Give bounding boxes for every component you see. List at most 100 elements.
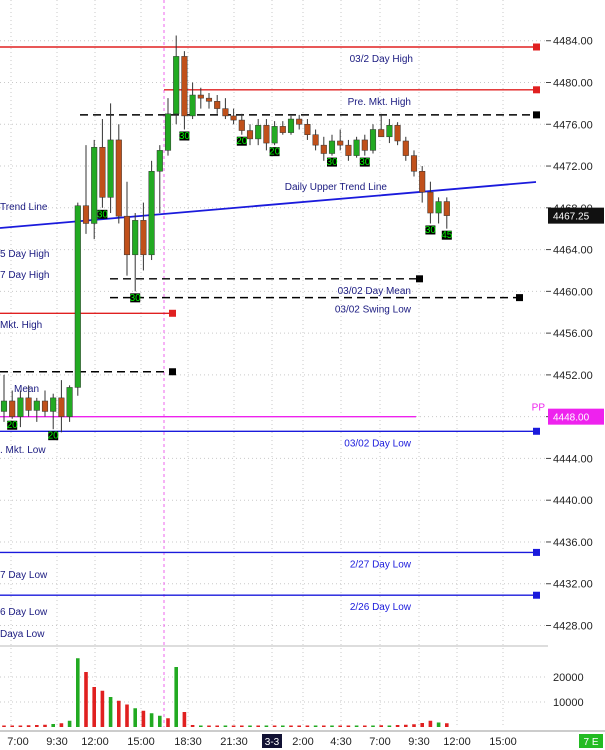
volume-tick-label: 10000 [553,697,584,709]
volume-bar [10,725,14,727]
bear-candle [41,400,49,412]
price-tick-label: 4444.00 [553,453,593,465]
bear-candle [82,205,90,224]
volume-bar [108,697,113,727]
bull-candle [386,125,393,138]
volume-bar [387,725,392,727]
level-marker [533,111,540,119]
bull-candle [255,125,262,140]
volume-bar [199,725,203,727]
left-level-label: 7 Day High [0,270,49,281]
bear-candle [222,108,229,117]
volume-bar [420,723,424,727]
corner-label: 7 E [583,737,598,748]
volume-bar [297,725,301,727]
volume-bar [100,690,105,727]
price-tick-label: 4456.00 [553,328,593,340]
volume-bar [412,724,416,727]
time-tick-label: 15:00 [127,736,155,748]
volume-bar [371,725,375,727]
volume-bar [436,722,441,727]
volume-bar [322,725,326,727]
volume-bar [223,725,228,727]
bear-candle [304,124,311,135]
volume-bar [289,725,293,727]
bar-marker-text: 20 [7,420,19,431]
bear-candle [214,101,221,109]
bull-candle [173,56,180,115]
axis-background [548,0,605,727]
bear-candle [25,397,32,411]
price-tick-label: 4476.00 [553,119,593,131]
volume-bar [379,725,383,727]
price-tick-label: 4440.00 [553,495,593,507]
bear-candle [115,139,122,217]
bull-candle [328,140,336,154]
bear-candle [296,118,303,125]
volume-bar [125,704,129,727]
volume-bar [272,725,277,727]
price-axis[interactable]: 4484.004480.004476.004472.004468.004464.… [546,0,605,727]
bear-candle [427,191,434,214]
price-tick-label: 4432.00 [553,579,593,591]
time-tick-label: 12:00 [81,736,109,748]
volume-tick-label: 20000 [553,672,584,684]
volume-bar [190,725,195,727]
level-label: Pre. Mkt. High [348,97,411,108]
volume-bar [166,718,170,727]
price-tick-label: 4436.00 [553,537,593,549]
bear-candle [312,134,319,146]
bar-marker-text: 20 [236,136,248,147]
bear-candle [419,171,426,193]
volume-bar [76,658,80,727]
volume-bar [158,715,162,727]
time-tick-label: 18:30 [174,736,202,748]
left-level-label: 5 Day High [0,249,49,260]
level-marker [533,548,540,556]
level-marker [169,368,176,376]
bull-candle [369,129,377,151]
bear-candle [140,220,147,256]
volume-bar [133,708,137,727]
bear-candle [246,130,254,140]
level-label: 03/02 Day Mean [338,286,411,297]
bear-candle [279,126,286,133]
bar-marker-text: 30 [359,157,371,168]
time-axis[interactable]: 7:00 9:30 12:00 15:00 18:30 21:30 3-3 2:00 4:30 7… [7,734,603,748]
volume-bar [363,725,367,727]
time-tick-label: 15:00 [489,736,517,748]
bull-candle [156,150,163,172]
price-tick-label: 4480.00 [553,77,593,89]
volume-bar [231,725,236,727]
price-chart[interactable]: 03/2 Day High Pre. Mkt. High 03/02 Day Mea… [0,0,605,750]
volume-bar [330,725,334,727]
volume-bar [174,667,178,727]
volume-bar [281,725,285,727]
level-label: 2/27 Day Low [350,559,412,570]
volume-bar [2,725,6,727]
volume-bar [215,725,219,727]
bull-candle [148,171,155,256]
bull-candle [0,400,8,412]
left-level-label: . Mkt. Low [0,445,46,456]
bear-candle [263,125,270,144]
bear-candle [443,201,450,216]
time-tick-label: 7:00 [369,736,390,748]
volume-bar [67,720,72,727]
volume-bar [182,712,187,727]
session-label: 3-3 [265,737,280,748]
level-marker [516,294,523,302]
volume-bar [395,725,400,727]
bull-candle [132,220,139,256]
volume-bar [35,725,39,727]
level-marker [169,309,176,317]
volume-bar [305,725,310,727]
volume-bar [18,725,23,727]
bar-marker-text: 30 [425,225,437,236]
bear-candle [9,400,16,417]
volume-bar [117,700,121,727]
bear-candle [205,97,213,102]
bull-candle [33,400,40,411]
price-tick-label: 4452.00 [553,370,593,382]
left-level-label: 6 Day Low [0,607,48,618]
